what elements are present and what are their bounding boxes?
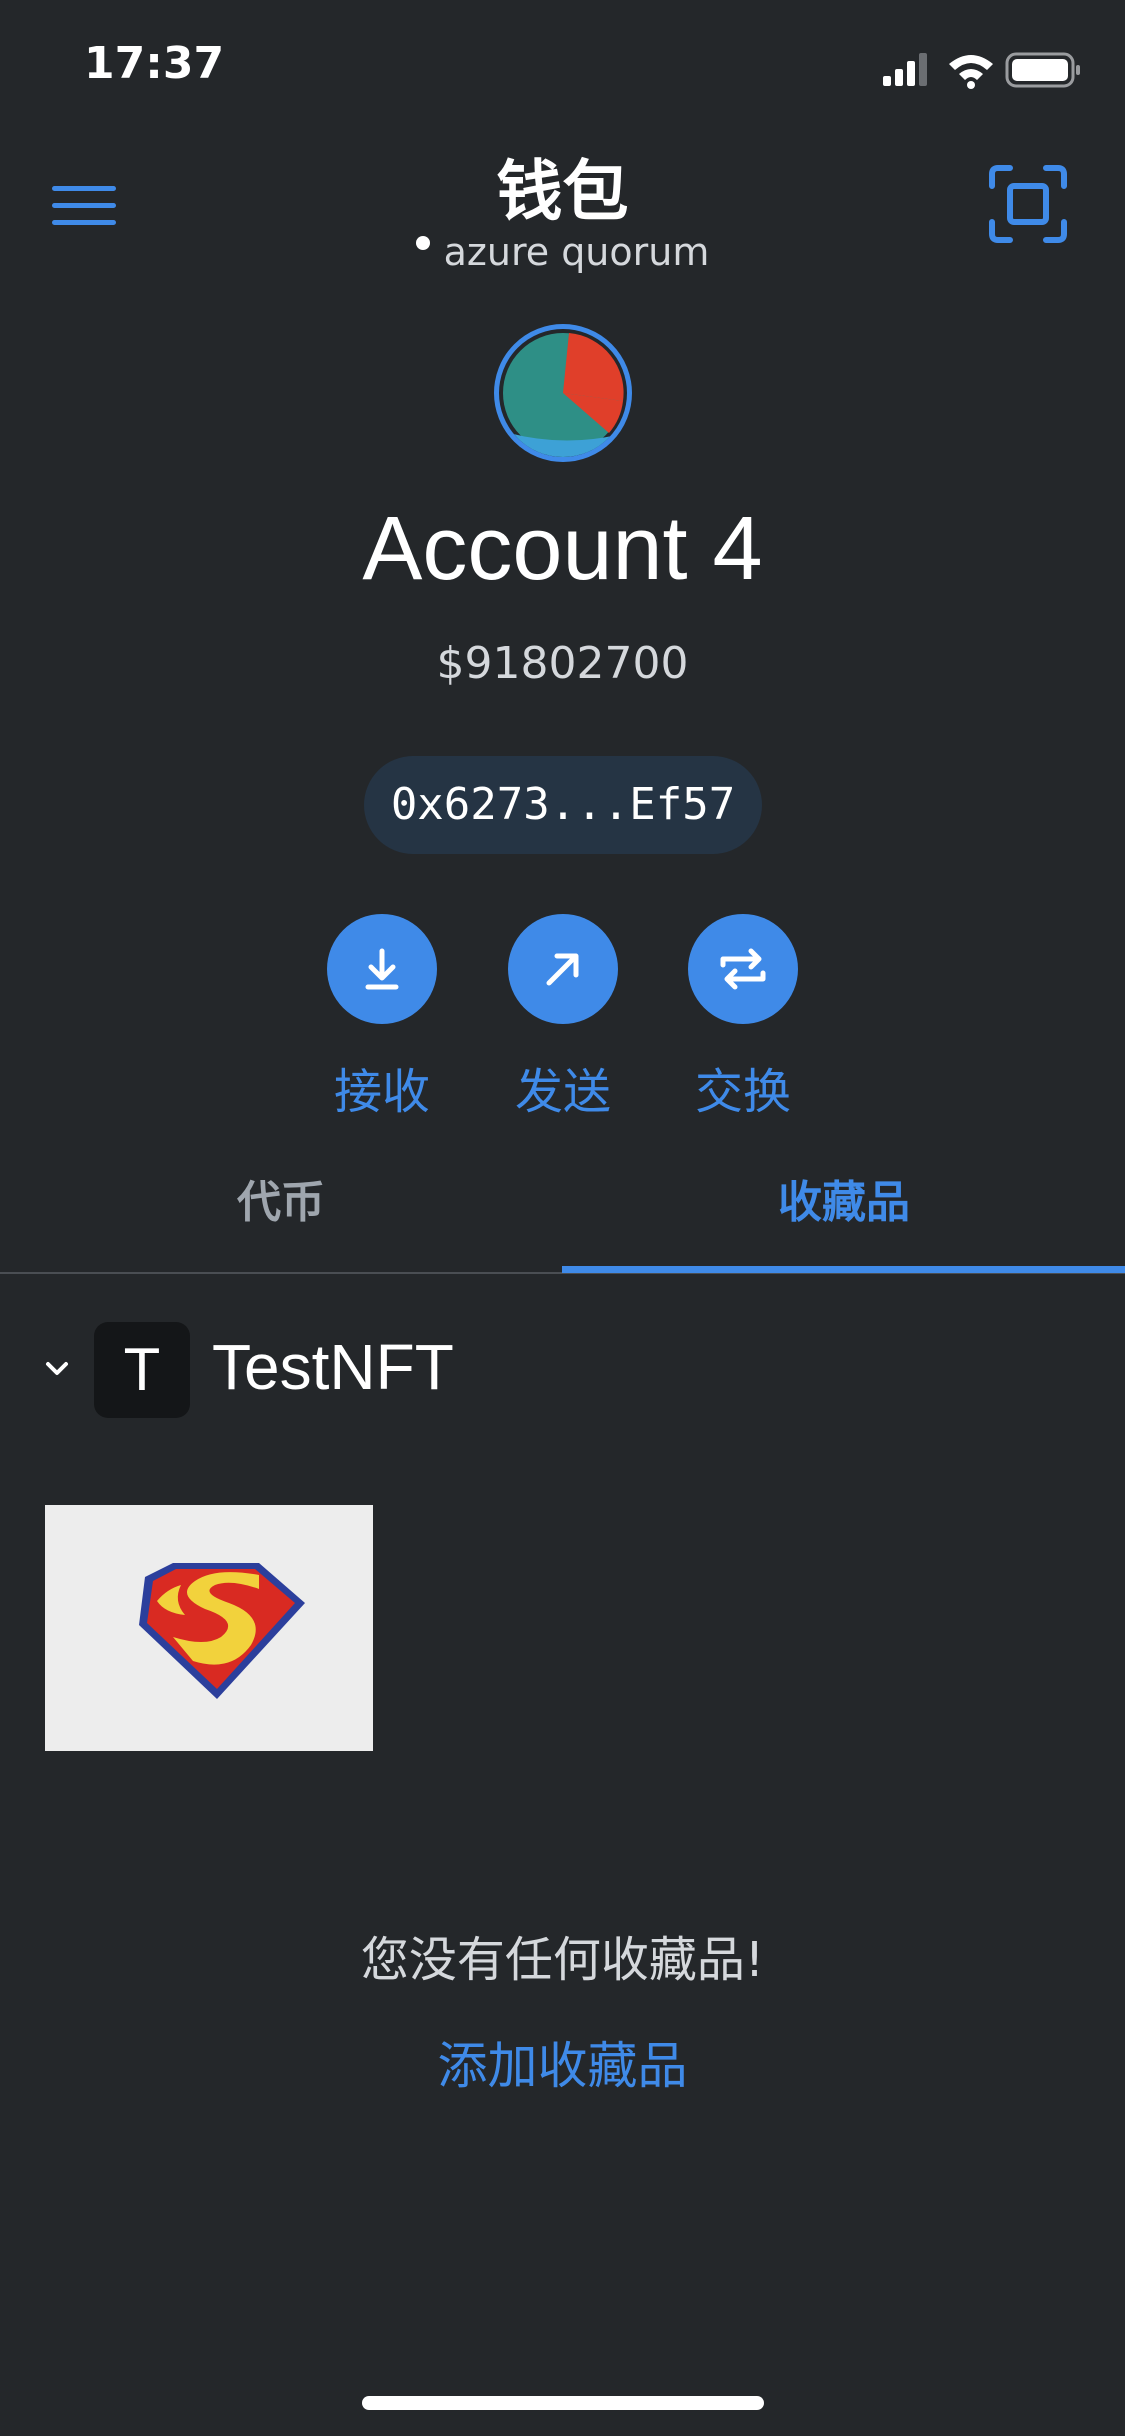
- superman-logo-image: [139, 1563, 305, 1699]
- account-avatar[interactable]: [494, 324, 632, 462]
- chevron-down-icon[interactable]: [40, 1352, 74, 1386]
- network-selector[interactable]: azure quorum: [0, 230, 1125, 274]
- account-name[interactable]: Account 4: [0, 498, 1125, 601]
- home-indicator[interactable]: [362, 2396, 764, 2410]
- network-name: azure quorum: [443, 230, 710, 274]
- receive-button[interactable]: 接收: [292, 914, 472, 1122]
- swap-arrows-icon: [688, 914, 798, 1024]
- status-time: 17:37: [84, 38, 225, 89]
- add-collectibles-link[interactable]: 添加收藏品: [0, 2026, 1125, 2098]
- send-label: 发送: [514, 1064, 611, 1120]
- active-tab-indicator: [562, 1266, 1125, 1273]
- page-title: 钱包: [496, 153, 629, 230]
- qr-scan-icon[interactable]: [988, 164, 1068, 244]
- swap-label: 交换: [694, 1064, 791, 1120]
- swap-button[interactable]: 交换: [653, 914, 833, 1122]
- battery-icon: [1005, 52, 1080, 88]
- account-balance: $91802700: [436, 638, 689, 689]
- status-icons: [883, 52, 1080, 89]
- send-button[interactable]: 发送: [473, 914, 653, 1122]
- wifi-icon: [949, 55, 993, 89]
- collection-avatar: T: [94, 1322, 190, 1418]
- receive-download-icon: [327, 914, 437, 1024]
- tab-collectibles[interactable]: 收藏品: [563, 1166, 1125, 1230]
- cellular-signal-icon: [883, 53, 927, 86]
- receive-label: 接收: [333, 1064, 430, 1120]
- tab-tokens[interactable]: 代币: [0, 1166, 562, 1230]
- nft-thumbnail[interactable]: [45, 1505, 373, 1751]
- send-arrow-icon: [508, 914, 618, 1024]
- empty-collectibles-message: 您没有任何收藏品!: [360, 1932, 765, 1988]
- collection-name[interactable]: TestNFT: [212, 1330, 454, 1404]
- account-address-button[interactable]: 0x6273...Ef57: [364, 756, 762, 854]
- network-status-dot: [415, 235, 430, 250]
